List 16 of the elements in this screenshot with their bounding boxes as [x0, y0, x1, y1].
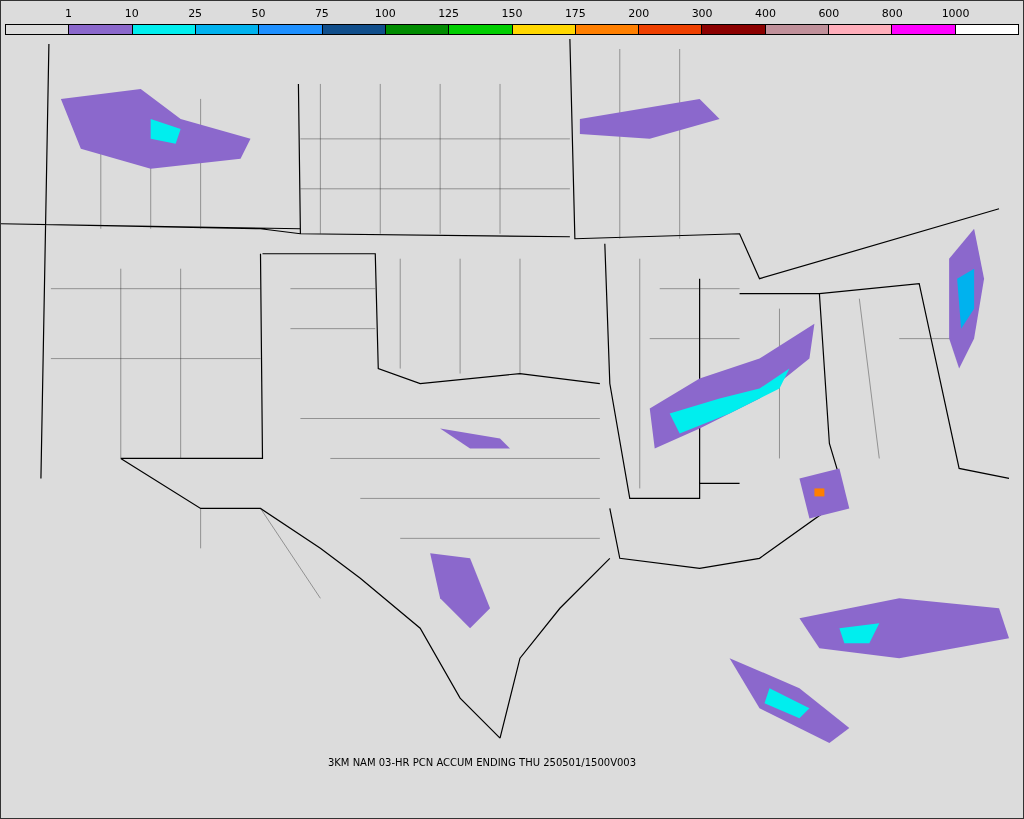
legend-label: 10 [124, 7, 139, 21]
legend-label: 200 [628, 7, 650, 21]
legend-label: 600 [818, 7, 840, 21]
legend-label: 175 [564, 7, 586, 21]
legend-label: 25 [188, 7, 203, 21]
legend-label: 1 [64, 7, 72, 21]
legend-label: 1000 [941, 7, 970, 21]
legend-label: 125 [438, 7, 460, 21]
legend-label: 300 [691, 7, 713, 21]
legend-label: 400 [755, 7, 776, 21]
map-caption: 3KM NAM 03-HR PCN ACCUM ENDING THU 250501/1500V003 [327, 757, 637, 768]
legend-label: 75 [314, 7, 329, 21]
legend-label: 50 [251, 7, 266, 21]
legend-label: 150 [501, 7, 523, 21]
legend-label: 100 [374, 7, 396, 21]
legend-label: 800 [881, 7, 903, 21]
